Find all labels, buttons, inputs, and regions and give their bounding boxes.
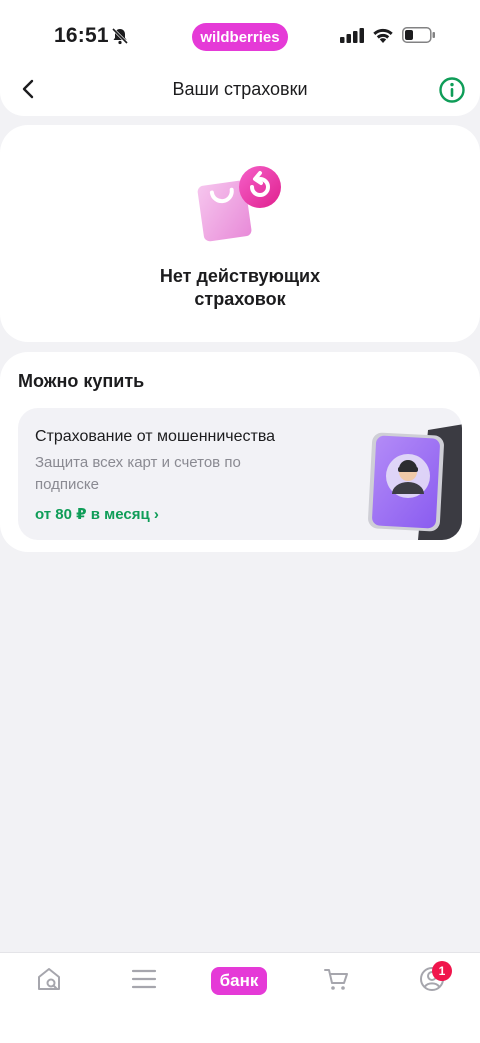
cart-icon <box>322 965 350 998</box>
tab-bank[interactable]: банк <box>211 967 267 995</box>
battery-icon <box>402 27 436 48</box>
shopping-bag-return-illustration <box>196 165 286 250</box>
empty-insurance-card: Нет действующих страховок <box>0 125 480 342</box>
offer-description: Защита всех карт и счетов по подписке <box>35 454 241 493</box>
cellular-signal-icon <box>340 28 364 49</box>
profile-notification-badge: 1 <box>432 961 452 981</box>
page-header: Ваши страховки <box>0 62 480 116</box>
phone-thief-illustration <box>358 422 462 540</box>
empty-state-line1: Нет действующих <box>159 266 321 286</box>
status-bar: 16:51 wildberries <box>0 0 480 70</box>
offer-title: Страхование от мошенничества <box>35 428 276 445</box>
available-offers-card: Можно купить Страхование от мошенничеств… <box>0 352 480 552</box>
empty-state-line2: страховок <box>194 289 286 309</box>
fraud-insurance-offer[interactable]: Страхование от мошенничества Защита всех… <box>18 408 462 540</box>
menu-icon <box>131 968 157 995</box>
tab-cart[interactable] <box>316 965 356 997</box>
wildberries-logo: wildberries <box>192 23 288 51</box>
status-time: 16:51 <box>54 24 109 47</box>
section-title: Можно купить <box>18 371 145 391</box>
empty-state-message: Нет действующих страховок <box>0 265 480 311</box>
bottom-tab-bar: банк 1 <box>0 952 480 1043</box>
offer-price-link[interactable]: от 80 ₽ в месяц › <box>35 505 159 523</box>
page-title: Ваши страховки <box>172 79 308 99</box>
tab-catalog[interactable] <box>124 965 164 997</box>
wifi-icon <box>372 26 394 49</box>
info-icon[interactable] <box>438 76 466 109</box>
tab-home[interactable] <box>29 965 69 997</box>
home-search-icon <box>35 965 63 998</box>
bell-muted-icon <box>111 27 129 50</box>
